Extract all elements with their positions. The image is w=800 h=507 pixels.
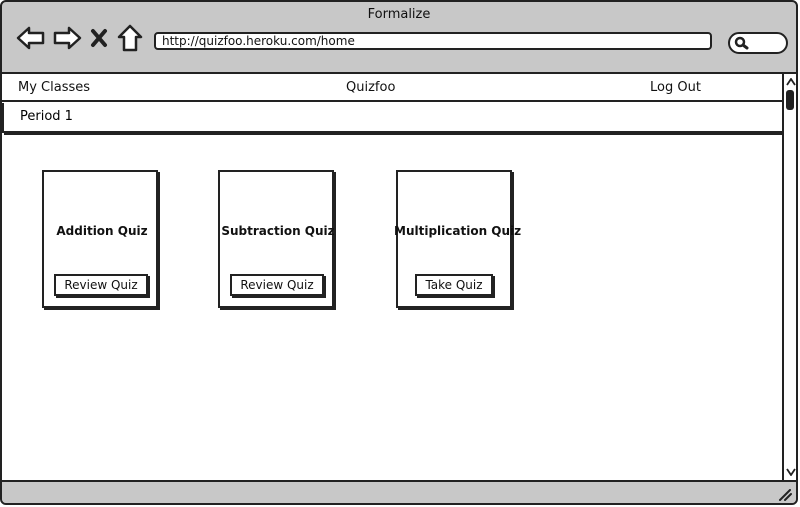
home-button[interactable] <box>116 24 144 52</box>
take-quiz-button[interactable]: Take Quiz <box>415 274 493 296</box>
quiz-card-subtraction: Subtraction Quiz Review Quiz <box>218 170 335 308</box>
resize-grip-icon[interactable] <box>778 489 792 501</box>
review-quiz-button[interactable]: Review Quiz <box>230 274 324 296</box>
search-icon <box>734 36 749 50</box>
search-field[interactable] <box>728 32 788 54</box>
forward-button[interactable] <box>52 24 82 52</box>
address-bar[interactable]: http://quizfoo.heroku.com/home <box>154 32 712 50</box>
forward-icon <box>53 26 82 50</box>
chevron-down-icon <box>786 468 796 476</box>
quiz-title: Multiplication Quiz <box>394 224 522 238</box>
chevron-up-icon <box>786 78 796 86</box>
period-header[interactable]: Period 1 <box>2 103 784 133</box>
period-label: Period 1 <box>20 109 73 124</box>
status-bar <box>2 480 796 503</box>
vertical-scrollbar[interactable] <box>782 74 796 480</box>
window-title: Formalize <box>367 7 431 22</box>
scroll-up-button[interactable] <box>785 76 796 88</box>
quiz-card-multiplication: Multiplication Quiz Take Quiz <box>394 170 521 308</box>
stop-button[interactable] <box>88 24 110 52</box>
nav-my-classes[interactable]: My Classes <box>18 80 90 95</box>
review-quiz-button[interactable]: Review Quiz <box>54 274 148 296</box>
page-content: My Classes Quizfoo Log Out Period 1 Addi… <box>2 72 796 480</box>
close-icon <box>91 29 107 47</box>
home-icon <box>117 24 143 52</box>
quiz-card-addition: Addition Quiz Review Quiz <box>42 170 158 308</box>
quiz-title: Addition Quiz <box>56 224 148 238</box>
scroll-down-button[interactable] <box>785 466 796 478</box>
nav-home-brand[interactable]: Quizfoo <box>346 80 395 95</box>
nav-log-out[interactable]: Log Out <box>650 80 701 95</box>
quiz-title: Subtraction Quiz <box>221 224 335 238</box>
scroll-thumb[interactable] <box>786 90 794 110</box>
browser-window: Formalize http://quizfoo.heroku.com/home… <box>0 0 798 505</box>
back-button[interactable] <box>16 24 46 52</box>
back-icon <box>16 26 45 50</box>
top-navigation: My Classes Quizfoo Log Out <box>2 74 782 102</box>
